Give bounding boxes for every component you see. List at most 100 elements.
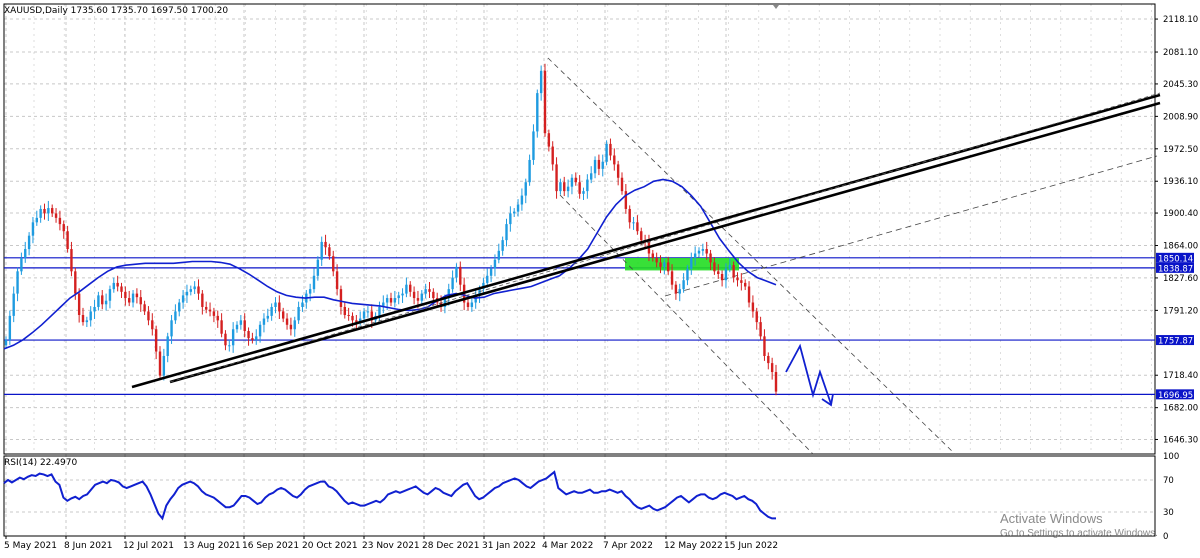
candle-body [539, 70, 543, 94]
candle-body [412, 291, 416, 299]
candle-body [235, 324, 239, 330]
candle-body [312, 275, 316, 290]
x-tick-label: 15 Jun 2022 [724, 541, 778, 551]
candle-body [497, 250, 500, 260]
candle-body [613, 155, 616, 165]
candle-body [624, 191, 628, 209]
y-tick-label: 2045.30 [1163, 80, 1198, 90]
candle-body [590, 173, 593, 180]
candle-body [451, 277, 454, 290]
candle-body [178, 302, 181, 312]
candle-body [759, 322, 762, 337]
candle-body [135, 293, 139, 298]
candle-body [347, 314, 350, 316]
candle-body [513, 211, 516, 214]
candle-body [316, 259, 320, 276]
candle-body [640, 231, 643, 241]
candle-body [767, 355, 770, 364]
candle-body [747, 286, 751, 303]
candle-body [143, 304, 146, 312]
candle-body [501, 240, 504, 251]
candle-body [220, 320, 223, 334]
candle-body [628, 208, 631, 223]
candle-body [239, 320, 243, 325]
activate-windows-watermark: Activate Windows Go to Settings to activ… [1000, 511, 1158, 539]
y-tick-label: 1827.60 [1163, 274, 1198, 284]
candle-body [274, 302, 277, 307]
candle-body [97, 295, 100, 307]
candle-body [524, 182, 527, 196]
rsi-title: RSI(14) 22.4970 [4, 458, 77, 468]
candle-body [366, 311, 370, 313]
candle-body [231, 329, 235, 346]
candle-body [713, 262, 716, 272]
candle-body [228, 345, 231, 347]
candle-body [112, 282, 115, 290]
candle-body [12, 293, 15, 316]
rsi-tick-label: 0 [1163, 532, 1168, 542]
candle-body [24, 249, 27, 258]
candle-body [720, 274, 724, 281]
candle-body [278, 302, 281, 312]
candle-body [158, 351, 162, 376]
x-tick-label: 16 Sep 2021 [242, 541, 299, 551]
x-tick-label: 7 Apr 2022 [603, 541, 653, 551]
candle-body [528, 159, 531, 183]
candle-body [678, 289, 681, 294]
candle-body [289, 324, 293, 330]
candle-body [632, 222, 635, 224]
x-tick-label: 20 Oct 2021 [302, 541, 358, 551]
candle-body [616, 164, 620, 178]
candle-body [755, 311, 758, 323]
candle-body [224, 333, 227, 346]
candle-body [77, 293, 81, 315]
candle-body [459, 266, 462, 285]
x-tick-label: 12 May 2022 [664, 541, 723, 551]
candle-body [432, 291, 435, 299]
candle-body [493, 259, 497, 269]
candle-body [93, 306, 96, 312]
candle-body [717, 271, 720, 274]
candle-body [324, 241, 327, 248]
candle-body [151, 320, 154, 330]
chart-window[interactable]: 1850.14 1838.87 1757.87 1696.95 2118.10 2081… [0, 0, 1200, 554]
candle-body [47, 208, 50, 214]
candle-body [339, 289, 343, 307]
candle-body [193, 286, 196, 290]
candle-body [258, 324, 262, 337]
candle-body [285, 318, 289, 325]
candle-body [397, 295, 400, 299]
candle-body [428, 289, 431, 292]
support-zone [625, 257, 739, 271]
candle-body [670, 271, 674, 285]
candle-body [27, 235, 31, 250]
y-tick-label: 1682.00 [1163, 404, 1198, 414]
candle-body [162, 355, 166, 376]
candle-body [62, 224, 65, 232]
candle-body [744, 282, 747, 287]
candle-body [351, 315, 354, 321]
candle-body [212, 311, 216, 316]
candle-body [81, 314, 85, 323]
candle-body [470, 302, 474, 307]
y-tick-label: 1718.40 [1163, 371, 1198, 381]
green-zone-rect [625, 257, 739, 271]
candle-body [170, 320, 173, 337]
candle-body [181, 295, 185, 303]
candle-body [174, 311, 177, 321]
level-price-label: 1838.87 [1158, 264, 1193, 274]
chart-canvas[interactable]: 1850.141838.87 1757.87 1696.95 2118.10 2081… [0, 0, 1200, 554]
candle-body [8, 315, 12, 340]
candle-body [636, 222, 639, 232]
candle-body [116, 282, 119, 287]
candle-body [320, 241, 323, 260]
candle-body [686, 268, 689, 281]
candle-body [66, 231, 69, 250]
candle-body [770, 363, 774, 373]
candle-body [362, 311, 366, 319]
candle-body [690, 257, 693, 269]
x-tick-label: 4 Mar 2022 [542, 541, 593, 551]
y-tick-label: 1646.30 [1163, 435, 1198, 445]
candle-body [128, 298, 131, 303]
candle-body [20, 257, 23, 272]
